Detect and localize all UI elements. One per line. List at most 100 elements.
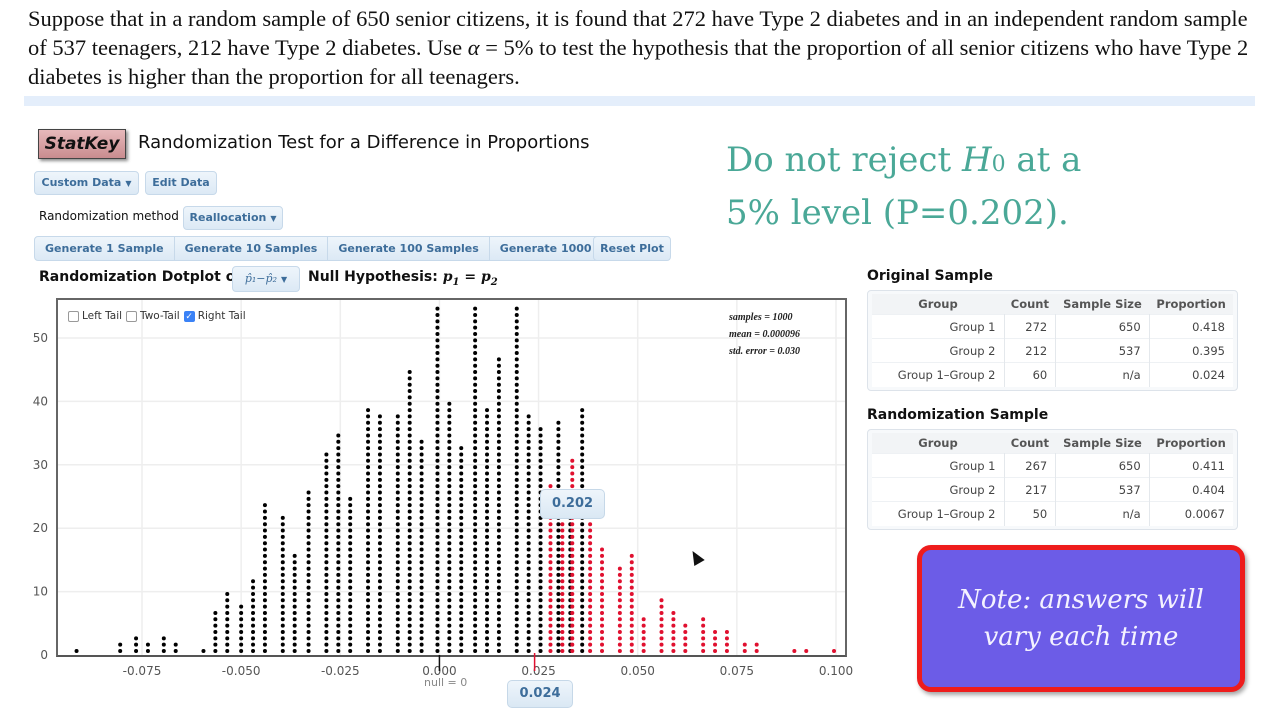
cell: n/a [1055, 501, 1150, 526]
conclusion-part-a: Do not reject [726, 140, 962, 180]
h0-symbol: H0 [962, 140, 1006, 180]
custom-data-dropdown[interactable]: Custom Data ▼ [34, 171, 139, 195]
generate-1-sample-button[interactable]: Generate 1 Sample [35, 237, 175, 260]
column-header: Count [1004, 433, 1056, 454]
page-title: Randomization Test for a Difference in P… [138, 132, 590, 153]
y-tick-label: 40 [33, 394, 48, 408]
cell: Group 1 [872, 314, 1005, 339]
original-sample-table: Group Count Sample Size Proportion Group… [872, 294, 1233, 387]
table-row: Group 1–Group 2 50 n/a 0.0067 [872, 501, 1233, 526]
y-axis: 0 10 20 30 40 50 [33, 331, 48, 662]
reset-plot-button[interactable]: Reset Plot [593, 236, 671, 261]
table-row: Group 2 217 537 0.404 [872, 477, 1233, 502]
cell: 0.024 [1149, 362, 1233, 387]
cell: 650 [1055, 453, 1150, 478]
p1-subscript: 1 [452, 276, 460, 288]
conclusion-line-2: 5% level (P=0.202). [726, 193, 1069, 233]
table-row: Group 1–Group 2 60 n/a 0.024 [872, 362, 1233, 387]
h0-subscript: 0 [991, 152, 1006, 177]
mean-stat: mean = 0.000096 [729, 329, 800, 340]
cell: 60 [1004, 362, 1057, 387]
p-value-box[interactable]: 0.202 [540, 489, 605, 519]
plot-statistics: samples = 1000 mean = 0.000096 std. erro… [729, 309, 800, 360]
original-sample-title: Original Sample [867, 268, 993, 284]
randomization-sample-title: Randomization Sample [867, 407, 1049, 423]
cell: 272 [1004, 314, 1057, 339]
x-tick-label: -0.025 [321, 664, 360, 678]
custom-data-label: Custom Data [41, 176, 122, 189]
conclusion-line-1: Do not reject H0 at a [726, 136, 1081, 189]
randomization-method-value: Reallocation [189, 211, 267, 224]
cell: 0.411 [1149, 453, 1233, 478]
statkey-logo[interactable]: StatKey [38, 129, 126, 159]
generate-10-samples-button[interactable]: Generate 10 Samples [175, 237, 329, 260]
x-tick-label: 0.025 [521, 664, 555, 678]
statistic-dropdown[interactable]: p̂₁−p̂₂ ▼ [232, 266, 300, 292]
conclusion-part-b: at a [1005, 140, 1082, 180]
left-tail-option[interactable]: Left Tail [68, 310, 122, 322]
two-tail-option[interactable]: Two-Tail [126, 310, 180, 322]
right-tail-option[interactable]: ✓ Right Tail [183, 310, 246, 322]
column-header: Group [872, 294, 1004, 315]
column-header: Sample Size [1055, 294, 1150, 315]
x-tick-label: 0.100 [819, 664, 853, 678]
right-tail-label: Right Tail [197, 310, 246, 322]
randomization-method-dropdown[interactable]: Reallocation ▼ [183, 206, 283, 230]
chevron-down-icon: ▼ [280, 275, 288, 284]
cell: 217 [1004, 477, 1057, 502]
generate-100-samples-button[interactable]: Generate 100 Samples [328, 237, 490, 260]
y-tick-label: 20 [33, 521, 48, 535]
null-hypothesis-label: Null Hypothesis: [308, 269, 438, 285]
two-tail-checkbox[interactable] [126, 310, 138, 322]
null-hypothesis: Null Hypothesis: p1 = p2 [308, 269, 498, 288]
observed-statistic-box[interactable]: 0.024 [507, 680, 573, 708]
original-sample-table-wrap: Group Count Sample Size Proportion Group… [867, 290, 1238, 391]
two-tail-label: Two-Tail [140, 310, 180, 322]
left-tail-checkbox[interactable] [68, 310, 79, 322]
left-tail-label: Left Tail [82, 310, 123, 322]
p2-symbol: p [480, 269, 491, 285]
x-tick-label: 0.050 [621, 664, 655, 678]
column-header: Group [872, 433, 1004, 454]
column-header: Proportion [1149, 433, 1233, 454]
right-tail-checkbox[interactable]: ✓ [183, 310, 195, 322]
y-tick-label: 10 [33, 585, 48, 599]
randomization-sample-table: Group Count Sample Size Proportion Group… [872, 433, 1233, 526]
cell: Group 2 [872, 477, 1005, 502]
generate-button-group: Generate 1 Sample Generate 10 Samples Ge… [34, 236, 659, 261]
question-text: Suppose that in a random sample of 650 s… [28, 4, 1268, 91]
statistic-value: p̂₁−p̂₂ [244, 272, 277, 285]
x-tick-label: 0.075 [720, 664, 754, 678]
column-header: Proportion [1149, 294, 1233, 315]
cell: 537 [1055, 338, 1150, 363]
cell: Group 1–Group 2 [872, 501, 1005, 526]
x-tick-label: -0.075 [123, 664, 162, 678]
h-symbol: H [961, 140, 992, 180]
cell: 212 [1004, 338, 1057, 363]
y-tick-label: 0 [40, 648, 48, 662]
y-tick-label: 30 [33, 458, 48, 472]
edit-data-button[interactable]: Edit Data [145, 171, 217, 195]
table-row: Group 1 267 650 0.411 [872, 453, 1233, 478]
p1-symbol: p [442, 269, 453, 285]
p2-subscript: 2 [490, 276, 498, 288]
note-text: Note: answers will vary each time [958, 582, 1204, 656]
cell: 537 [1055, 477, 1150, 502]
table-row: Group 1 272 650 0.418 [872, 314, 1233, 339]
tail-options: Left Tail Two-Tail ✓ Right Tail [68, 310, 246, 322]
column-header: Count [1004, 294, 1056, 315]
cell: 650 [1055, 314, 1150, 339]
divider-bar [24, 96, 1255, 106]
equals-symbol: = [459, 269, 481, 285]
cell: 267 [1004, 453, 1057, 478]
null-hypothesis-expression: p1 = p2 [442, 269, 498, 288]
note-callout: Note: answers will vary each time [917, 545, 1245, 692]
cell: 50 [1004, 501, 1057, 526]
y-tick-label: 50 [33, 331, 48, 345]
cell: 0.0067 [1149, 501, 1233, 526]
null-value-label: null = 0 [424, 676, 468, 689]
column-header: Sample Size [1055, 433, 1150, 454]
cell: Group 1–Group 2 [872, 362, 1005, 387]
randomization-sample-table-wrap: Group Count Sample Size Proportion Group… [867, 429, 1238, 530]
note-line-2: vary each time [983, 621, 1179, 652]
